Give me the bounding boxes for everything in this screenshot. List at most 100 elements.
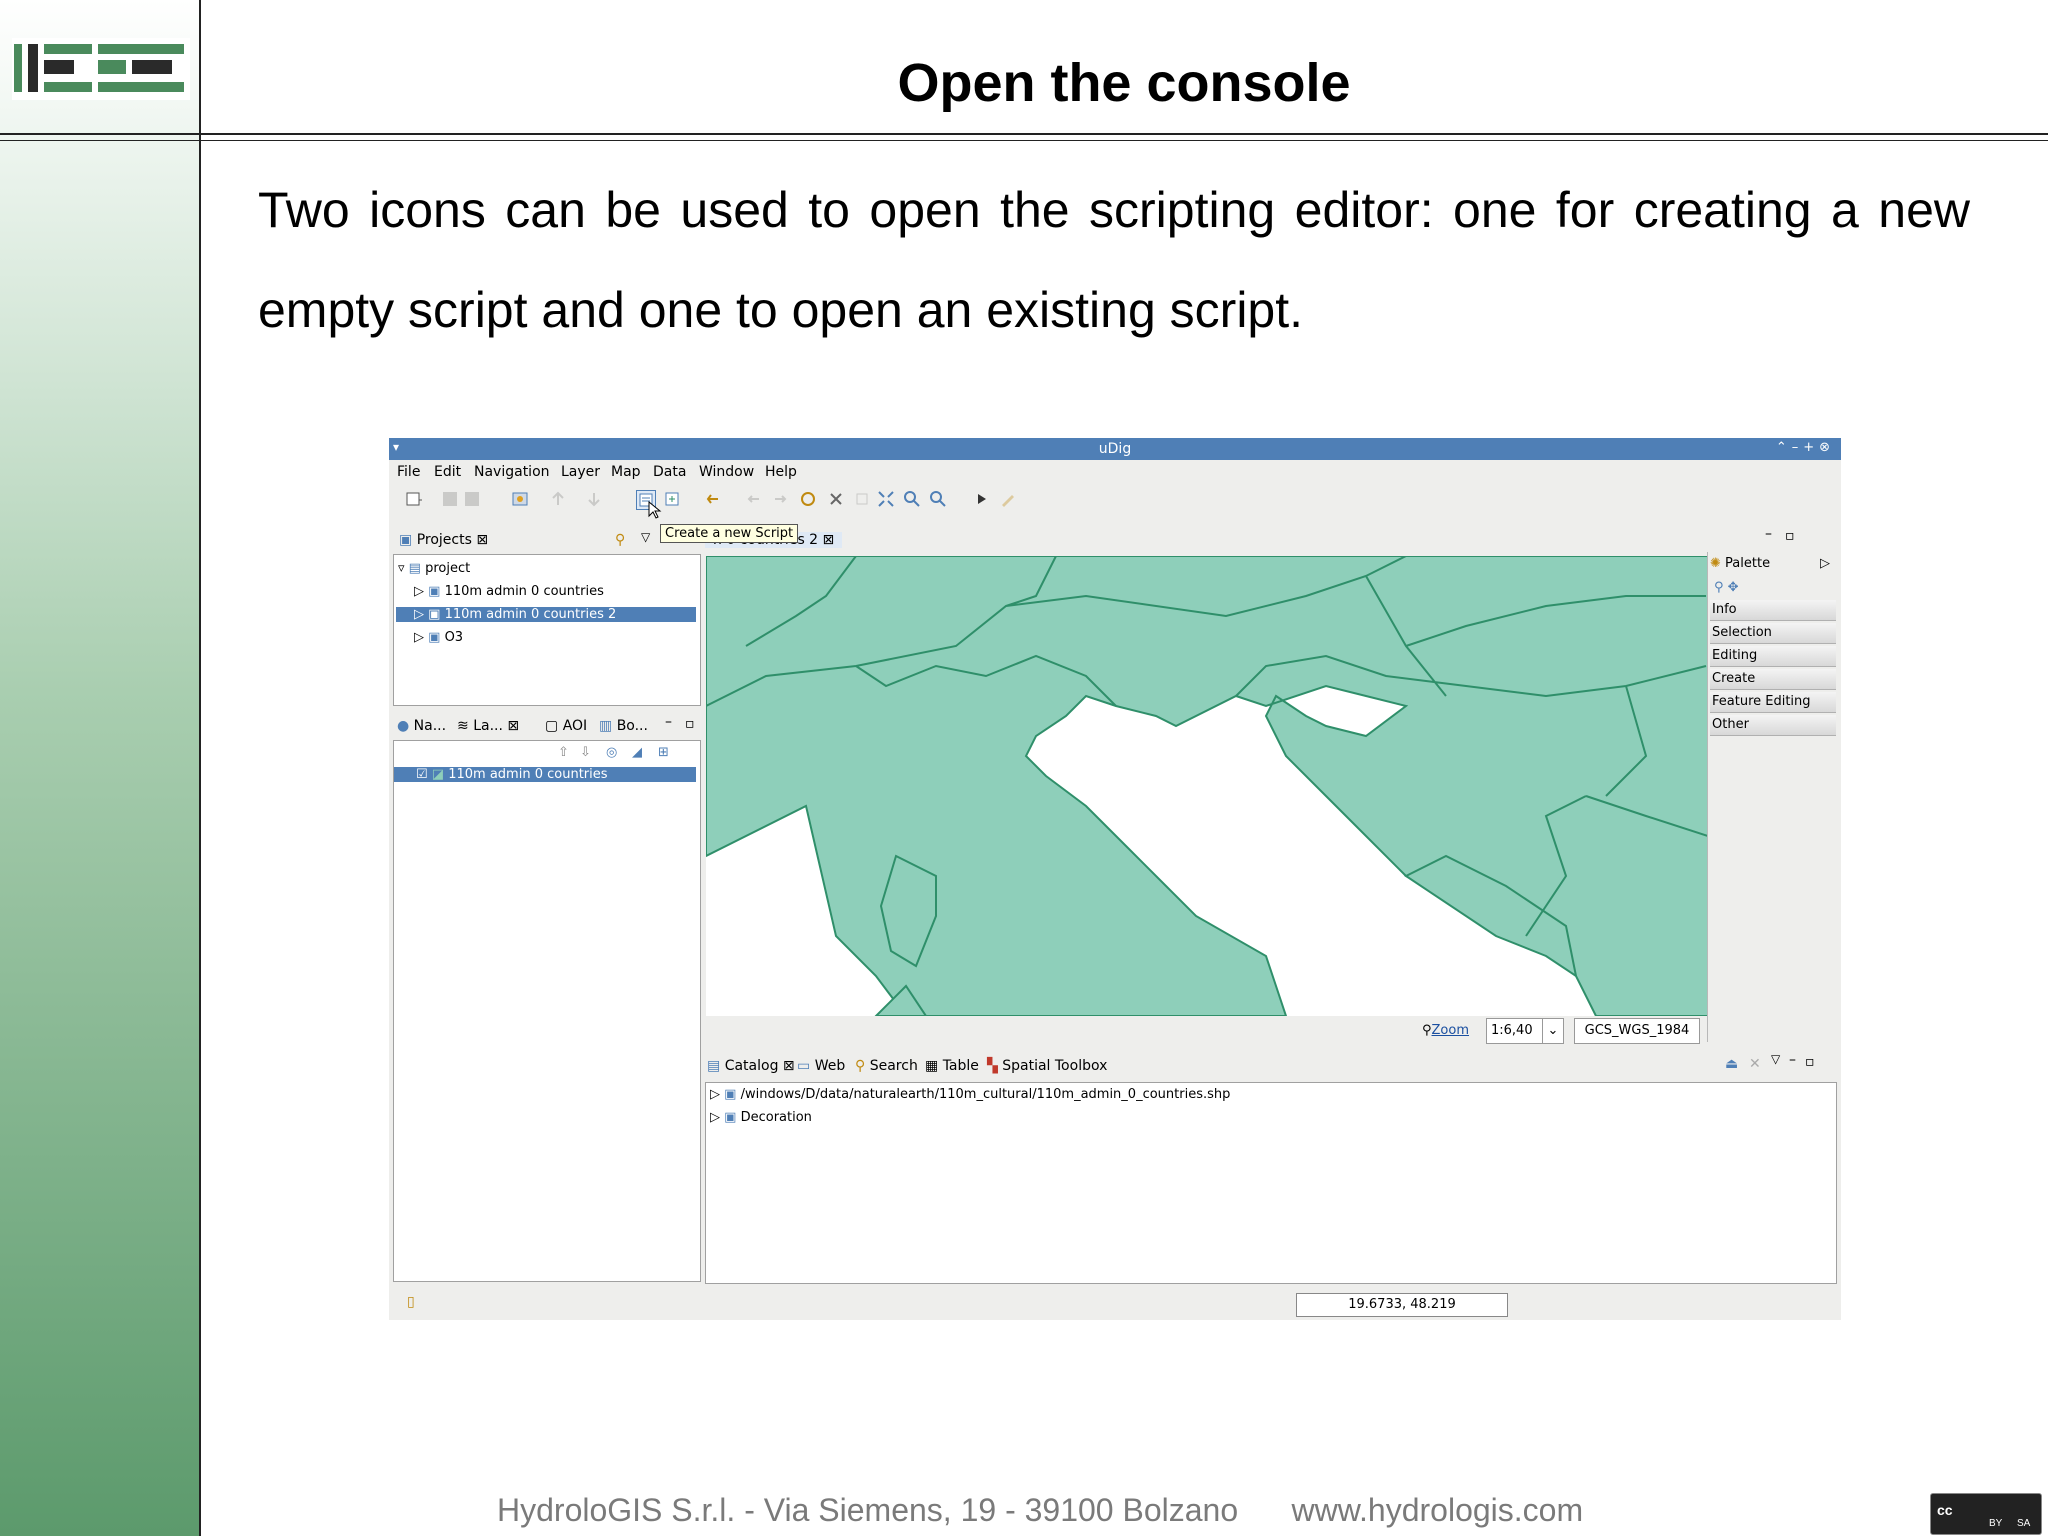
toolbox-icon: ▚ [987, 1058, 998, 1074]
maximize-icon[interactable]: ▫ [1805, 1054, 1815, 1070]
palette-category-selection[interactable]: Selection [1710, 623, 1836, 644]
expand-icon[interactable]: ▿ [398, 561, 405, 576]
tab-navigation[interactable]: ● Na... [397, 718, 446, 734]
palette-category-info[interactable]: Info [1710, 600, 1836, 621]
zoom-tool-icon[interactable]: ⚲ [1714, 580, 1724, 595]
close-icon[interactable]: ⊠ [507, 718, 519, 734]
collapsed-icon[interactable]: ▷ [710, 1110, 720, 1125]
link-icon[interactable]: ⚲ [615, 532, 625, 548]
header-rule-thin [0, 140, 2048, 141]
tab-aoi[interactable]: ▢ AOI [545, 718, 587, 734]
zoom-extent-icon[interactable] [877, 490, 895, 508]
window-controls-icon[interactable]: ⌃–+⊗ [1776, 440, 1835, 455]
open-script-icon[interactable] [663, 490, 681, 508]
menu-help[interactable]: Help [765, 464, 797, 480]
copy-icon[interactable] [853, 490, 871, 508]
next-icon[interactable] [973, 490, 991, 508]
close-icon[interactable]: ⊠ [823, 532, 835, 548]
project-map-item[interactable]: ▷ ▣ O3 [414, 630, 463, 645]
collapsed-icon[interactable]: ▷ [414, 584, 424, 599]
zoom-in-icon[interactable] [903, 490, 921, 508]
view-menu-icon[interactable]: ▽ [641, 530, 650, 544]
layer-checkbox[interactable]: ☑ [416, 767, 428, 782]
import-icon[interactable]: ⏏ [1725, 1056, 1738, 1072]
menu-navigation[interactable]: Navigation [474, 464, 550, 480]
scale-combo[interactable]: 1:6,40 ⌄ [1486, 1018, 1564, 1044]
menu-window[interactable]: Window [699, 464, 754, 480]
refresh-icon[interactable] [799, 490, 817, 508]
edit-icon[interactable] [999, 490, 1017, 508]
bookmark-icon: ▥ [599, 718, 613, 734]
maximize-icon[interactable]: ▫ [685, 716, 695, 732]
map-status-bar: ⚲Zoom 1:6,40 ⌄ GCS_WGS_1984 [706, 1016, 1710, 1046]
pan-tool-icon[interactable]: ✥ [1728, 580, 1739, 595]
tab-label: Catalog [724, 1058, 779, 1074]
zoom-link[interactable]: Zoom [1432, 1023, 1469, 1038]
menu-map[interactable]: Map [611, 464, 641, 480]
layer-item[interactable]: ☑ ◪ 110m admin 0 countries [394, 767, 696, 782]
forward-icon[interactable] [585, 490, 603, 508]
collapse-palette-icon[interactable]: ▷ [1820, 556, 1830, 571]
pan-forward-icon[interactable] [771, 490, 789, 508]
close-icon[interactable]: ⊠ [476, 532, 488, 548]
tab-layers[interactable]: ≋ La... ⊠ [457, 718, 519, 734]
collapsed-icon[interactable]: ▷ [414, 607, 424, 622]
open-project-icon[interactable] [511, 490, 529, 508]
search-icon: ⚲ [855, 1058, 866, 1074]
fast-view-icon[interactable]: ▯ [407, 1294, 415, 1310]
up-icon[interactable]: ⇧ [558, 745, 569, 760]
cc-label: cc [1937, 1502, 1953, 1518]
save-icon[interactable] [441, 490, 459, 508]
chevron-down-icon[interactable]: ⌄ [1542, 1019, 1563, 1043]
minimize-icon[interactable]: – [665, 714, 672, 730]
maximize-icon[interactable]: ▫ [1785, 528, 1795, 544]
project-root[interactable]: ▿ ▤ project [398, 561, 470, 576]
pan-back-icon[interactable] [745, 490, 763, 508]
tab-bookmarks[interactable]: ▥ Bo... [599, 718, 648, 734]
tab-projects[interactable]: ▣ Projects ⊠ [399, 532, 488, 548]
catalog-item[interactable]: ▷ ▣ /windows/D/data/naturalearth/110m_cu… [710, 1087, 1230, 1102]
project-map-item[interactable]: ▷ ▣ 110m admin 0 countries [414, 584, 604, 599]
down-icon[interactable]: ⇩ [580, 745, 591, 760]
folder-icon: ▣ [399, 532, 417, 548]
catalog-item[interactable]: ▷ ▣ Decoration [710, 1110, 812, 1125]
tab-label: Na... [413, 718, 447, 734]
project-map-item-selected[interactable]: ▷ ▣ 110m admin 0 countries 2 [396, 607, 696, 622]
layer-properties-icon[interactable]: ⊞ [658, 745, 669, 760]
palette-category-other[interactable]: Other [1710, 715, 1836, 736]
style-icon[interactable]: ◎ [606, 745, 617, 760]
map-canvas[interactable] [706, 556, 1708, 1016]
collapsed-icon[interactable]: ▷ [710, 1087, 720, 1102]
collapsed-icon[interactable]: ▷ [414, 630, 424, 645]
zoom-control[interactable]: ⚲Zoom [1422, 1023, 1469, 1038]
table-icon: ▦ [925, 1058, 939, 1074]
tab-label: Spatial Toolbox [1002, 1058, 1108, 1074]
tab-web[interactable]: ▭ Web [797, 1058, 845, 1074]
palette-panel: ✺ Palette ▷ ⚲ ✥ Info Selection Editing C… [1707, 552, 1838, 1042]
cut-icon[interactable] [827, 490, 845, 508]
tab-spatial-toolbox[interactable]: ▚ Spatial Toolbox [987, 1058, 1107, 1074]
back-icon[interactable] [549, 490, 567, 508]
tab-search[interactable]: ⚲ Search [855, 1058, 918, 1074]
menu-file[interactable]: File [397, 464, 420, 480]
new-wizard-icon[interactable] [405, 490, 423, 508]
crs-button[interactable]: GCS_WGS_1984 [1574, 1018, 1700, 1044]
menu-layer[interactable]: Layer [561, 464, 600, 480]
menu-edit[interactable]: Edit [434, 464, 461, 480]
remove-icon[interactable]: ✕ [1749, 1056, 1761, 1072]
undo-icon[interactable] [705, 490, 723, 508]
edit-style-icon[interactable]: ◢ [632, 745, 642, 760]
view-menu-icon[interactable]: ▽ [1771, 1052, 1780, 1066]
menu-data[interactable]: Data [653, 464, 686, 480]
tab-table[interactable]: ▦ Table [925, 1058, 979, 1074]
palette-category-feature-editing[interactable]: Feature Editing [1710, 692, 1836, 713]
window-status-bar: ▯ 19.6733, 48.219 [389, 1288, 1841, 1320]
close-icon[interactable]: ⊠ [783, 1058, 795, 1074]
tab-catalog[interactable]: ▤ Catalog ⊠ [707, 1058, 795, 1074]
save-all-icon[interactable] [463, 490, 481, 508]
zoom-out-icon[interactable] [929, 490, 947, 508]
minimize-icon[interactable]: – [1789, 1052, 1796, 1068]
minimize-icon[interactable]: – [1765, 526, 1772, 542]
palette-category-editing[interactable]: Editing [1710, 646, 1836, 667]
palette-category-create[interactable]: Create [1710, 669, 1836, 690]
